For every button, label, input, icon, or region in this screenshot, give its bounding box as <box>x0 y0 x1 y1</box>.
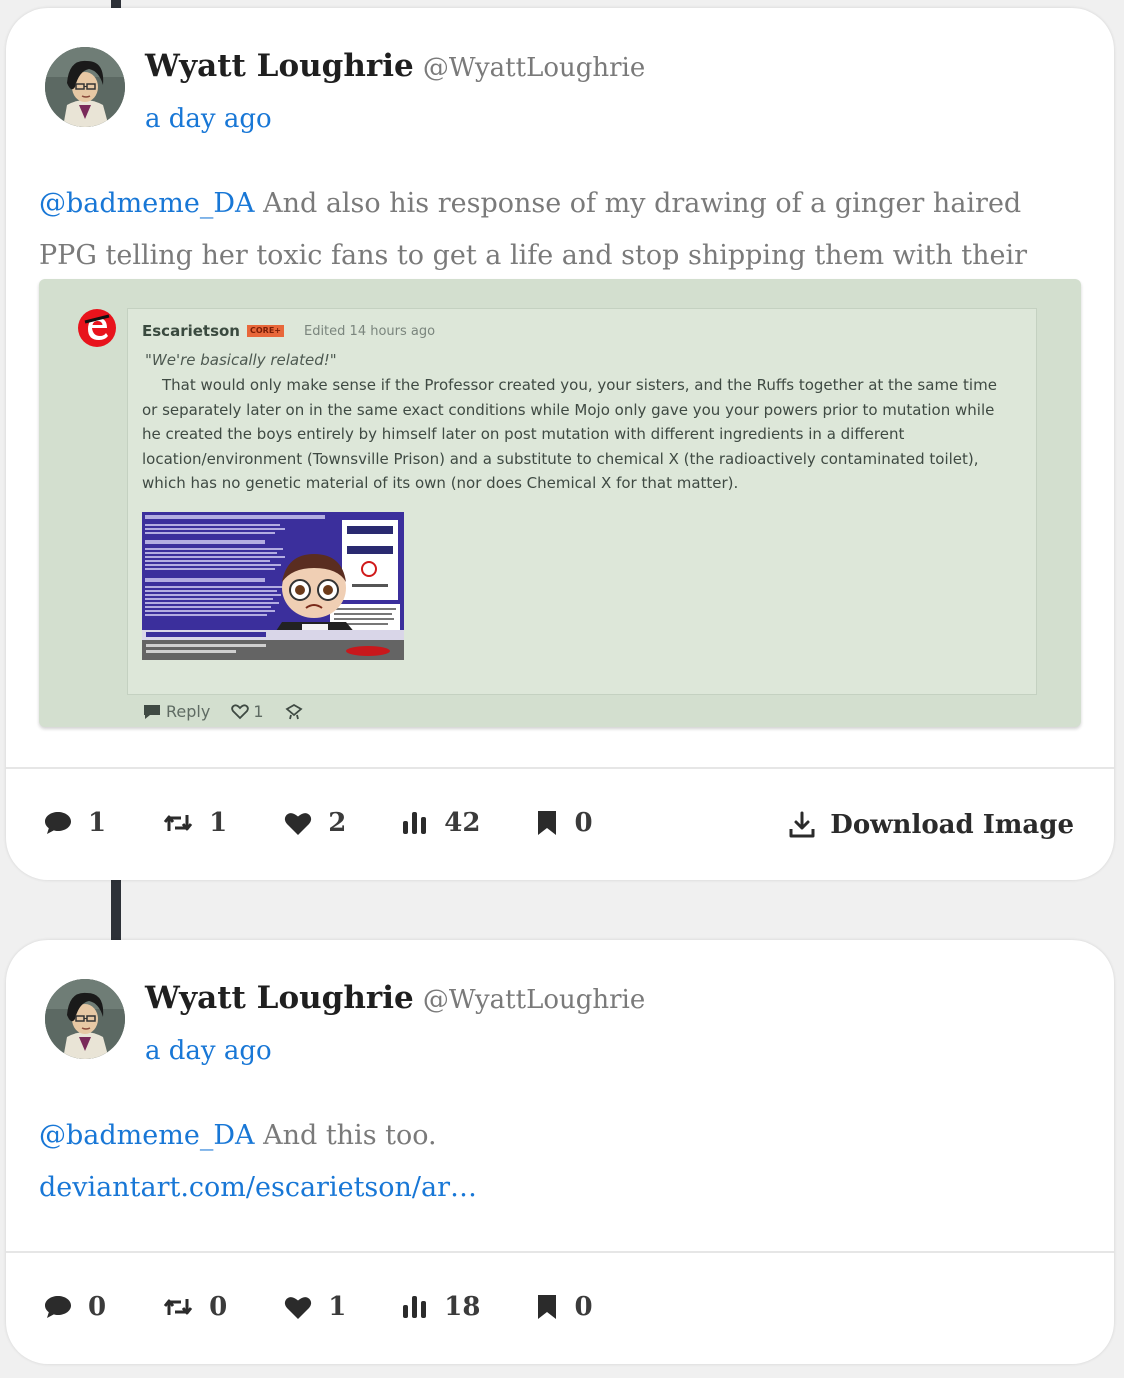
post-actions: 1 1 2 42 0 <box>44 808 593 838</box>
views-button[interactable]: 42 <box>402 808 480 838</box>
thread-line-connector <box>111 880 121 940</box>
embedded-quote: "We're basically related!" <box>145 351 337 369</box>
comment-icon <box>45 1296 71 1318</box>
display-name[interactable]: Wyatt Loughrie <box>145 48 414 84</box>
download-label: Download Image <box>830 810 1074 840</box>
views-icon <box>403 812 427 834</box>
repost-icon <box>163 815 193 831</box>
view-count: 42 <box>444 808 481 838</box>
embedded-comment-text: That would only make sense if the Profes… <box>142 376 997 492</box>
embedded-reply-label: Reply <box>166 702 211 721</box>
comment-count: 0 <box>88 1292 107 1322</box>
attached-image[interactable]: Escarietson CORE+ Edited 14 hours ago "W… <box>39 279 1081 727</box>
post-card: Wyatt Loughrie @WyattLoughrie a day ago … <box>6 8 1114 880</box>
post-card: Wyatt Loughrie @WyattLoughrie a day ago … <box>6 940 1114 1364</box>
embedded-reply-icon <box>144 704 160 719</box>
like-button[interactable]: 1 <box>284 1292 346 1322</box>
comment-button[interactable]: 1 <box>44 808 106 838</box>
post-timestamp[interactable]: a day ago <box>145 104 272 134</box>
display-name[interactable]: Wyatt Loughrie <box>145 980 414 1016</box>
embedded-heart-icon <box>231 703 250 719</box>
repost-button[interactable]: 1 <box>163 808 227 838</box>
embedded-award <box>284 703 304 721</box>
embedded-reply-button: Reply <box>143 702 210 721</box>
divider <box>6 1251 1114 1253</box>
embedded-like-count: 1 <box>253 702 264 721</box>
embedded-comment: Escarietson CORE+ Edited 14 hours ago "W… <box>127 308 1037 695</box>
heart-icon <box>285 812 312 835</box>
comment-icon <box>45 812 71 834</box>
core-badge: CORE+ <box>246 325 284 337</box>
external-link[interactable]: deviantart.com/escarietson/ar… <box>39 1162 1069 1214</box>
mention-link[interactable]: @badmeme_DA <box>39 1120 254 1151</box>
views-icon <box>403 1296 427 1318</box>
like-count: 2 <box>328 808 347 838</box>
thread-line-top <box>111 0 121 8</box>
bookmark-count: 0 <box>574 808 593 838</box>
avatar[interactable] <box>45 47 125 127</box>
views-button[interactable]: 18 <box>402 1292 480 1322</box>
bookmark-icon <box>538 811 557 835</box>
user-line: Wyatt Loughrie @WyattLoughrie <box>145 48 645 84</box>
embedded-award-icon <box>284 703 303 719</box>
bookmark-count: 0 <box>574 1292 593 1322</box>
repost-count: 0 <box>209 1292 228 1322</box>
embedded-meme-image <box>142 512 404 660</box>
download-image-button[interactable]: Download Image <box>788 810 1074 840</box>
embedded-like: 1 <box>231 702 264 721</box>
post-actions: 0 0 1 18 0 <box>44 1292 593 1322</box>
post-timestamp[interactable]: a day ago <box>145 1036 272 1066</box>
post-text: @badmeme_DA And this too. deviantart.com… <box>39 1110 1069 1214</box>
post-body-text: And this too. <box>254 1120 437 1151</box>
repost-button[interactable]: 0 <box>163 1292 227 1322</box>
avatar[interactable] <box>45 979 125 1059</box>
view-count: 18 <box>444 1292 481 1322</box>
bookmark-button[interactable]: 0 <box>536 808 593 838</box>
user-line: Wyatt Loughrie @WyattLoughrie <box>145 980 645 1016</box>
embedded-author: Escarietson <box>142 322 240 340</box>
comment-button[interactable]: 0 <box>44 1292 106 1322</box>
download-icon <box>789 811 815 838</box>
divider <box>6 767 1114 769</box>
heart-icon <box>285 1296 312 1319</box>
mention-link[interactable]: @badmeme_DA <box>39 188 254 219</box>
user-handle[interactable]: @WyattLoughrie <box>423 53 645 83</box>
bookmark-icon <box>538 1295 557 1319</box>
user-handle[interactable]: @WyattLoughrie <box>423 985 645 1015</box>
like-count: 1 <box>328 1292 347 1322</box>
repost-icon <box>163 1299 193 1315</box>
embedded-edited-time: Edited 14 hours ago <box>303 323 436 339</box>
embedded-actions: Reply 1 <box>143 702 304 721</box>
deviantart-e-logo <box>78 309 116 347</box>
repost-count: 1 <box>209 808 228 838</box>
like-button[interactable]: 2 <box>284 808 346 838</box>
bookmark-button[interactable]: 0 <box>536 1292 593 1322</box>
comment-count: 1 <box>88 808 107 838</box>
